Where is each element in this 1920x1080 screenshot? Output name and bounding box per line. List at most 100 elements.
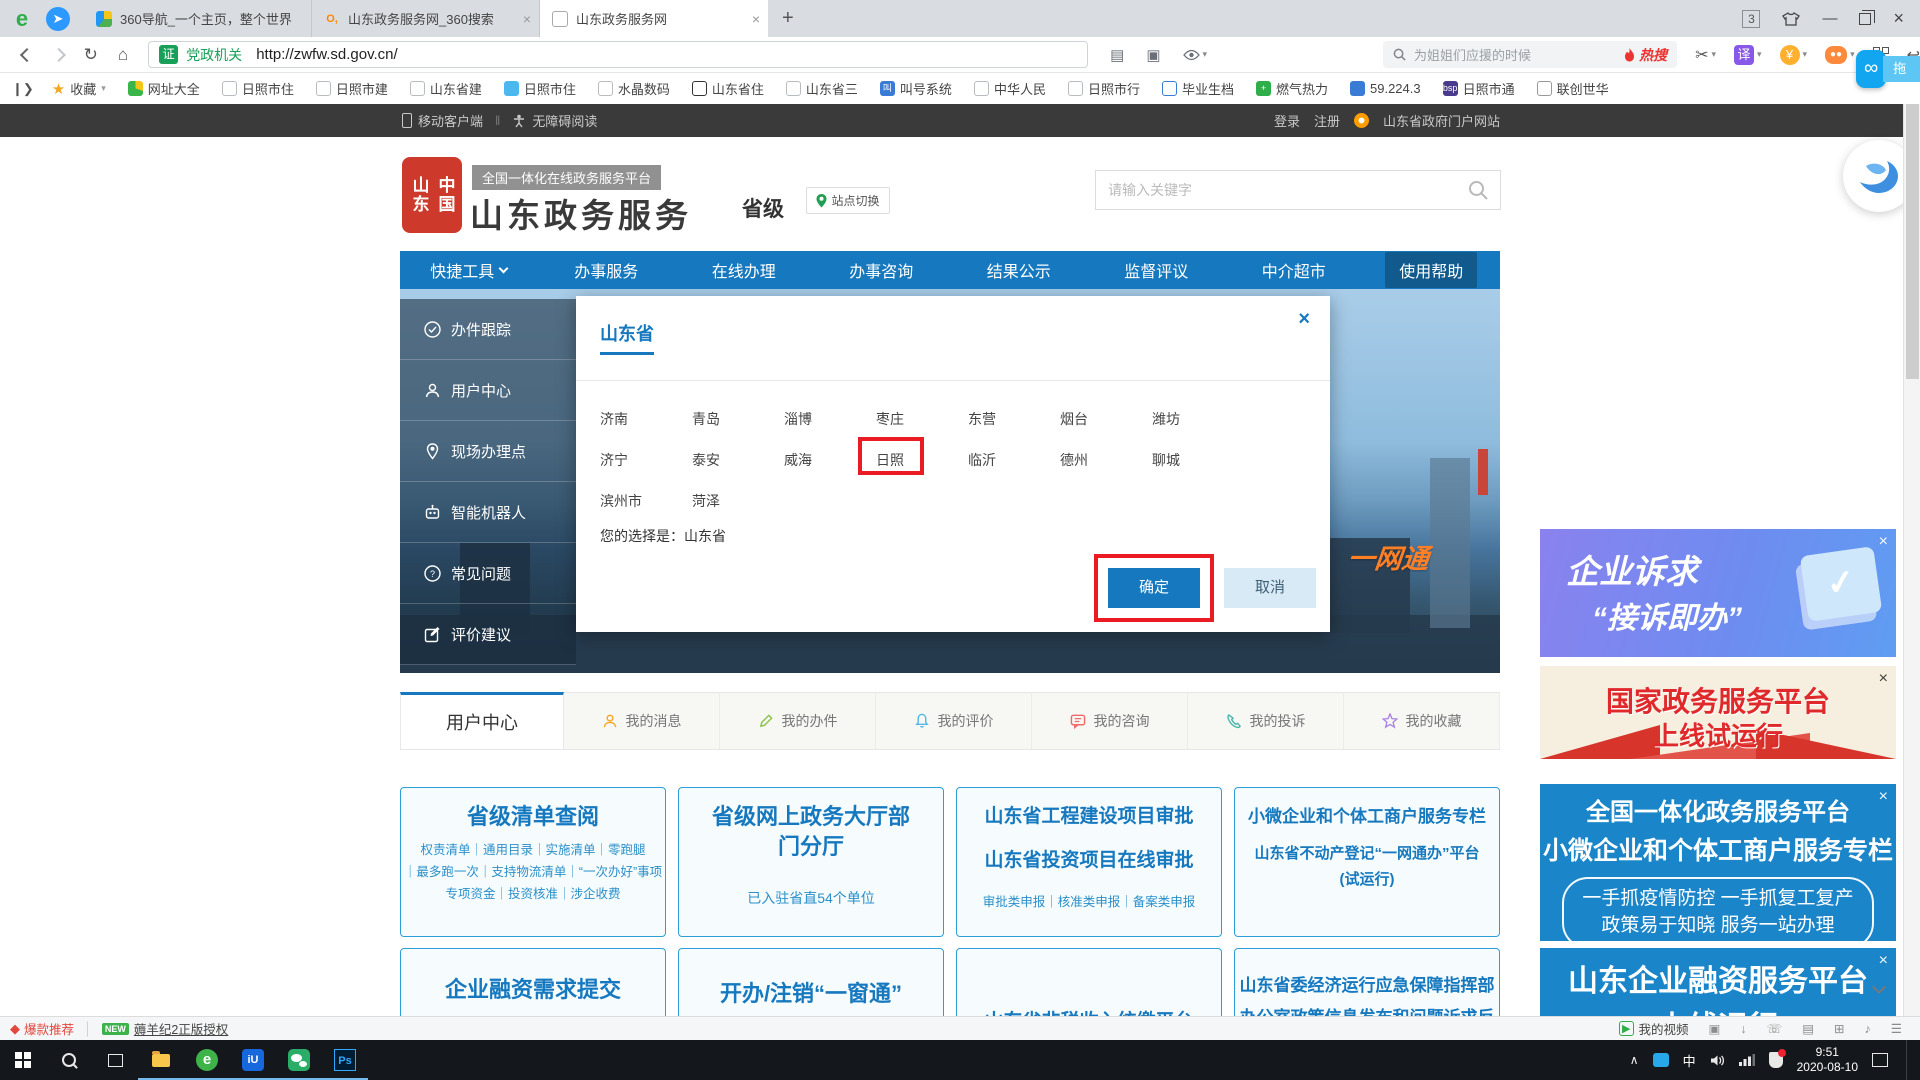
tab-my-messages[interactable]: 我的消息 — [564, 692, 720, 749]
tab-my-favorites[interactable]: 我的收藏 — [1344, 692, 1500, 749]
tray-expand-icon[interactable]: ∧ — [1630, 1053, 1639, 1067]
tab-close-icon[interactable]: × — [523, 11, 531, 27]
bookmark-item[interactable]: 59.224.3 — [1350, 81, 1421, 96]
banner-financing-platform[interactable]: 山东企业融资服务平台 上线运行 × — [1540, 948, 1896, 1016]
modal-close-icon[interactable]: × — [1298, 308, 1310, 331]
taskbar-clock[interactable]: 9:51 2020-08-10 — [1797, 1045, 1858, 1075]
reader-grid-icon[interactable]: ▤ — [1110, 46, 1124, 64]
city-option[interactable]: 济南 — [600, 398, 692, 439]
cancel-button[interactable]: 取消 — [1224, 568, 1316, 608]
task-view-button[interactable] — [92, 1040, 138, 1080]
start-button[interactable] — [0, 1040, 46, 1080]
city-option-rizhao-highlighted[interactable]: 日照 — [876, 439, 968, 480]
photoshop-button[interactable]: Ps — [322, 1040, 368, 1080]
city-option[interactable]: 济宁 — [600, 439, 692, 480]
download-icon[interactable]: ↓ — [1740, 1022, 1746, 1036]
send-compass-icon[interactable]: ➤ — [46, 7, 70, 31]
nav-item-consultation[interactable]: 办事咨询 — [813, 251, 951, 289]
site-switch-button[interactable]: 站点切换 — [806, 187, 890, 214]
security-shield-icon[interactable] — [1769, 1052, 1783, 1068]
city-option[interactable]: 聊城 — [1152, 439, 1244, 480]
city-option[interactable]: 临沂 — [968, 439, 1060, 480]
city-option[interactable]: 菏泽 — [692, 480, 784, 521]
bookmark-item[interactable]: 马山东省住 — [692, 79, 764, 98]
portal-link[interactable]: 山东省政府门户网站 — [1383, 111, 1500, 130]
bookmark-item[interactable]: IC联创世华 — [1537, 79, 1609, 98]
bookmark-item[interactable]: 山东省三 — [786, 79, 858, 98]
split-view-icon[interactable]: ▣ — [1146, 46, 1160, 64]
bookmark-item[interactable]: 日照市住 — [504, 79, 576, 98]
tab-my-consultations[interactable]: 我的咨询 — [1032, 692, 1188, 749]
screenshot-tool[interactable]: ✂▾ — [1695, 45, 1716, 65]
favorites-label[interactable]: 收藏 — [70, 79, 96, 98]
bookmark-item[interactable]: 中华人民 — [974, 79, 1046, 98]
promo-link[interactable]: 薅羊纪2正版授权 — [134, 1019, 228, 1038]
search-icon[interactable] — [1468, 180, 1488, 200]
url-text[interactable]: http://zwfw.sd.gov.cn/ — [256, 46, 397, 63]
card-project-approval[interactable]: 山东省工程建设项目审批 山东省投资项目在线审批 审批类申报｜核准类申报｜备案类申… — [956, 787, 1222, 937]
volume-icon[interactable] — [1710, 1054, 1725, 1067]
browser-tab-2[interactable]: O, 山东政务服务网_360搜索 × — [312, 0, 540, 37]
reading-list-icon[interactable]: ▤ — [1802, 1021, 1814, 1036]
tray-chat-icon[interactable] — [1653, 1053, 1669, 1067]
drag-search-widget[interactable]: ∞ 拖搜 — [1856, 50, 1920, 88]
new-tab-button[interactable]: + — [782, 7, 794, 30]
card-provincial-lists[interactable]: 省级清单查阅 权责清单｜通用目录｜实施清单｜零跑腿 ｜最多跑一次｜支持物流清单｜… — [400, 787, 666, 937]
wechat-button[interactable] — [276, 1040, 322, 1080]
card-small-business[interactable]: 小微企业和个体工商户服务专栏 山东省不动产登记“一网通办”平台 (试运行) — [1234, 787, 1500, 937]
home-icon[interactable]: ⌂ — [118, 45, 128, 65]
forward-icon[interactable] — [52, 47, 66, 61]
tab-my-complaints[interactable]: 我的投诉 — [1188, 692, 1344, 749]
card-nontax-platform[interactable]: 山东省非税收入统缴平台 — [956, 948, 1222, 1016]
back-icon[interactable] — [20, 47, 34, 61]
site-search-field[interactable] — [1095, 170, 1501, 210]
bookmarks-expand-icon[interactable]: ❙❯ — [12, 81, 34, 97]
browser-search-box[interactable]: 为姐姐们应援的时候 热搜 — [1383, 41, 1677, 68]
card-one-window[interactable]: 开办/注销“一窗通” — [678, 948, 944, 1016]
browser-tab-3-active[interactable]: 山东政务服务网 × — [540, 0, 768, 37]
city-option[interactable]: 淄博 — [784, 398, 876, 439]
browser-360-button[interactable]: e — [184, 1040, 230, 1080]
side-item-robot[interactable]: 智能机器人 — [400, 482, 576, 543]
card-emergency-office[interactable]: 山东省委经济运行应急保障指挥部 办公室政策信息发布和问题诉求反 — [1234, 948, 1500, 1016]
nav-item-services[interactable]: 办事服务 — [538, 251, 676, 289]
banner-integrated-platform[interactable]: 全国一体化政务服务平台 小微企业和个体工商户服务专栏 一手抓疫情防控 一手抓复工… — [1540, 784, 1896, 941]
bookmark-item[interactable]: +燃气热力 — [1256, 79, 1328, 98]
tab-user-center-active[interactable]: 用户中心 — [400, 692, 564, 749]
banner-close-icon[interactable]: × — [1879, 670, 1888, 688]
nav-item-help[interactable]: 使用帮助 — [1363, 251, 1501, 289]
accessible-reading-link[interactable]: 无障碍阅读 — [532, 111, 597, 130]
my-video-button[interactable]: ▶我的视频 — [1619, 1019, 1688, 1038]
url-field[interactable]: 证 党政机关 http://zwfw.sd.gov.cn/ — [148, 41, 1088, 68]
city-option[interactable]: 东营 — [968, 398, 1060, 439]
hot-recommend-label[interactable]: 爆款推荐 — [24, 1019, 74, 1038]
city-option[interactable]: 潍坊 — [1152, 398, 1244, 439]
bookmark-item[interactable]: 叫叫号系统 — [880, 79, 952, 98]
province-tab[interactable]: 山东省 — [600, 320, 654, 346]
nav-item-results[interactable]: 结果公示 — [950, 251, 1088, 289]
nav-item-agency-market[interactable]: 中介超市 — [1225, 251, 1363, 289]
scrollbar-thumb[interactable] — [1906, 104, 1919, 379]
taskbar-search-button[interactable] — [46, 1040, 92, 1080]
favorites-star-icon[interactable]: ★ — [52, 80, 65, 98]
mobile-client-link[interactable]: 移动客户端 — [418, 111, 483, 130]
bookmark-item[interactable]: 日照市建 — [316, 79, 388, 98]
banner-national-platform[interactable]: 国家政务服务平台 上线试运行 × — [1540, 666, 1896, 759]
login-link[interactable]: 登录 — [1274, 111, 1300, 130]
banner-close-icon[interactable]: × — [1879, 788, 1888, 806]
register-link[interactable]: 注册 — [1314, 111, 1340, 130]
hot-search-label[interactable]: 热搜 — [1639, 45, 1667, 65]
bookmark-item[interactable]: ◍毕业生档 — [1162, 79, 1234, 98]
minimize-button[interactable]: — — [1822, 10, 1837, 27]
browser-logo-icon[interactable]: e — [10, 7, 34, 31]
eye-protect-icon[interactable]: ▾ — [1183, 49, 1208, 61]
bookmark-item[interactable]: 水晶数码 — [598, 79, 670, 98]
city-option[interactable]: 青岛 — [692, 398, 784, 439]
site-search-input[interactable] — [1108, 182, 1468, 198]
phone-connect-icon[interactable]: ☏ — [1767, 1021, 1783, 1036]
restore-button[interactable] — [1859, 13, 1871, 25]
side-item-faq[interactable]: ? 常见问题 — [400, 543, 576, 604]
banner-enterprise-appeal[interactable]: 企业诉求 “接诉即办” × — [1540, 529, 1896, 657]
page-scrollbar[interactable] — [1903, 104, 1920, 1016]
side-item-feedback[interactable]: 评价建议 — [400, 604, 576, 665]
